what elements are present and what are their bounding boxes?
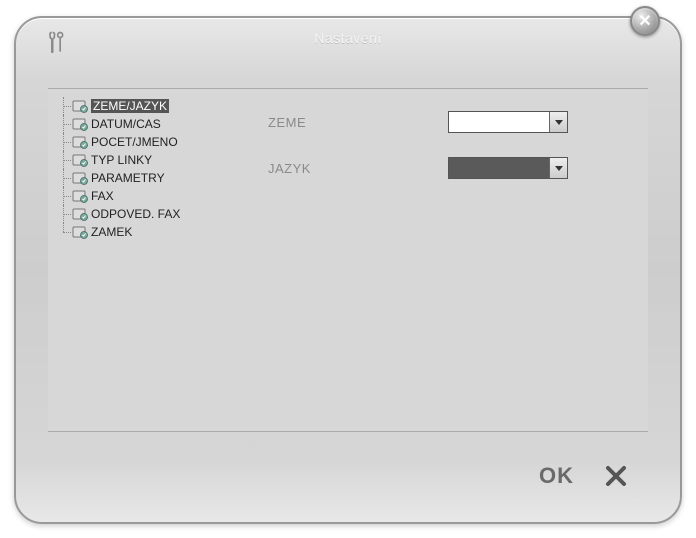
page-check-icon [72,99,88,113]
tree-item-label: PARAMETRY [91,171,165,185]
window-title: Nastavení [16,30,680,46]
tree-item-label: ODPOVED. FAX [91,207,180,221]
form-row: JAZYK [268,157,628,179]
page-check-icon [72,207,88,221]
dropdown[interactable] [448,111,568,133]
settings-tree: ZEME/JAZYK DATUM/CAS POCET/JMENO TYP LINKY P… [48,89,248,431]
tree-branch-icon [58,115,72,133]
page-check-icon [72,153,88,167]
tree-branch-icon [58,97,72,115]
page-check-icon [72,225,88,239]
tree-branch-icon [58,133,72,151]
tree-branch-icon [58,151,72,169]
dropdown[interactable] [448,157,568,179]
tree-item[interactable]: TYP LINKY [52,151,244,169]
tree-item[interactable]: ZAMEK [52,223,244,241]
field-label: JAZYK [268,161,448,176]
tree-item-label: FAX [91,189,114,203]
tree-item[interactable]: FAX [52,187,244,205]
field-label: ZEME [268,115,448,130]
chevron-down-icon [549,112,567,132]
chevron-down-icon [549,158,567,178]
tools-icon [46,30,66,58]
content-area: ZEME/JAZYK DATUM/CAS POCET/JMENO TYP LINKY P… [48,88,648,432]
tree-item[interactable]: POCET/JMENO [52,133,244,151]
ok-button[interactable]: OK [539,463,574,489]
page-check-icon [72,117,88,131]
form-panel: ZEME JAZYK [248,89,648,431]
dropdown-value [449,158,549,178]
tree-branch-icon [58,169,72,187]
tree-branch-icon [58,223,72,241]
tree-branch-icon [58,205,72,223]
form-row: ZEME [268,111,628,133]
tree-item-label: POCET/JMENO [91,135,178,149]
tree-item[interactable]: ODPOVED. FAX [52,205,244,223]
tree-item[interactable]: DATUM/CAS [52,115,244,133]
tree-item-label: TYP LINKY [91,153,152,167]
tree-item[interactable]: PARAMETRY [52,169,244,187]
dialog-buttons: OK [539,462,630,490]
tree-item[interactable]: ZEME/JAZYK [52,97,244,115]
tree-item-label: ZEME/JAZYK [91,99,169,113]
page-check-icon [72,135,88,149]
titlebar: Nastavení [16,18,680,58]
cancel-x-icon [604,464,628,488]
settings-dialog: ✕ Nastavení ZEME/JAZYKDATUM/CASPOCET/JME… [14,16,682,524]
tree-item-label: ZAMEK [91,225,132,239]
page-check-icon [72,171,88,185]
tree-branch-icon [58,187,72,205]
page-check-icon [72,189,88,203]
tree-item-label: DATUM/CAS [91,117,161,131]
dropdown-value [449,112,549,132]
cancel-button[interactable] [602,462,630,490]
